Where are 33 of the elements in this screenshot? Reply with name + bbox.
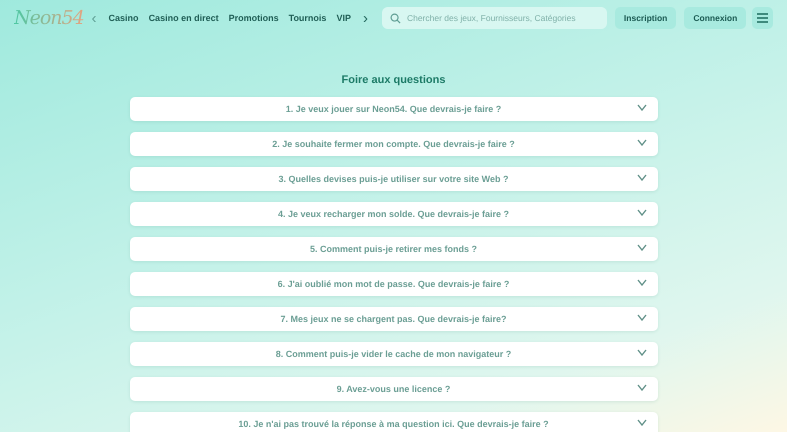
chevron-icon bbox=[636, 174, 646, 181]
search-icon bbox=[390, 12, 401, 24]
faq-question[interactable]: 2. Je souhaite fermer mon compte. Que devrais-je faire ? bbox=[130, 132, 658, 156]
chevron-icon bbox=[636, 349, 646, 356]
nav-link[interactable]: Casino bbox=[108, 13, 139, 23]
chevron-icon bbox=[636, 209, 646, 216]
faq-question[interactable]: 9. Avez-vous une licence ? bbox=[130, 377, 658, 401]
chevron-icon bbox=[636, 314, 646, 321]
header-button[interactable]: Inscription bbox=[614, 7, 676, 29]
nav-link[interactable]: Casino en direct bbox=[148, 13, 219, 23]
menu-icon bbox=[757, 13, 768, 23]
faq-question[interactable]: 5. Comment puis-je retirer mes fonds ? bbox=[130, 237, 658, 261]
faq-question[interactable]: 1. Je veux jouer sur Neon54. Que devrais-je faire ? bbox=[130, 97, 658, 121]
faq-question[interactable]: 8. Comment puis-je vider le cache de mon navigateur ? bbox=[130, 342, 658, 366]
faq-question[interactable]: 10. Je n'ai pas trouvé la réponse à ma question ici. Que devrais-je faire ? bbox=[130, 412, 658, 432]
chevron-icon bbox=[636, 139, 646, 146]
chevron-icon bbox=[636, 384, 646, 391]
nav-link[interactable]: VIP bbox=[336, 13, 351, 23]
faq-question[interactable]: 7. Mes jeux ne se chargent pas. Que devrais-je faire? bbox=[130, 307, 658, 331]
chevron-icon bbox=[636, 279, 646, 286]
faq-question[interactable]: 4. Je veux recharger mon solde. Que devrais-je faire ? bbox=[130, 202, 658, 226]
faq-question[interactable]: 6. J'ai oublié mon mot de passe. Que devrais-je faire ? bbox=[130, 272, 658, 296]
chevron-icon bbox=[636, 104, 646, 111]
faq-question[interactable]: 3. Quelles devises puis-je utiliser sur votre site Web ? bbox=[130, 167, 658, 191]
menu-button[interactable] bbox=[752, 7, 773, 29]
chevron-icon bbox=[636, 419, 646, 426]
faq-title: Foire aux questions bbox=[342, 74, 446, 86]
header-button[interactable]: Connexion bbox=[684, 7, 746, 29]
chevron-icon bbox=[636, 244, 646, 251]
nav-link[interactable]: Tournois bbox=[288, 13, 326, 23]
search-input[interactable]: Chercher des jeux, Fournisseurs, Catégories bbox=[406, 13, 599, 23]
nav-link[interactable]: Promotions bbox=[228, 13, 279, 23]
search-field[interactable]: Chercher des jeux, Fournisseurs, Catégories bbox=[382, 7, 607, 29]
